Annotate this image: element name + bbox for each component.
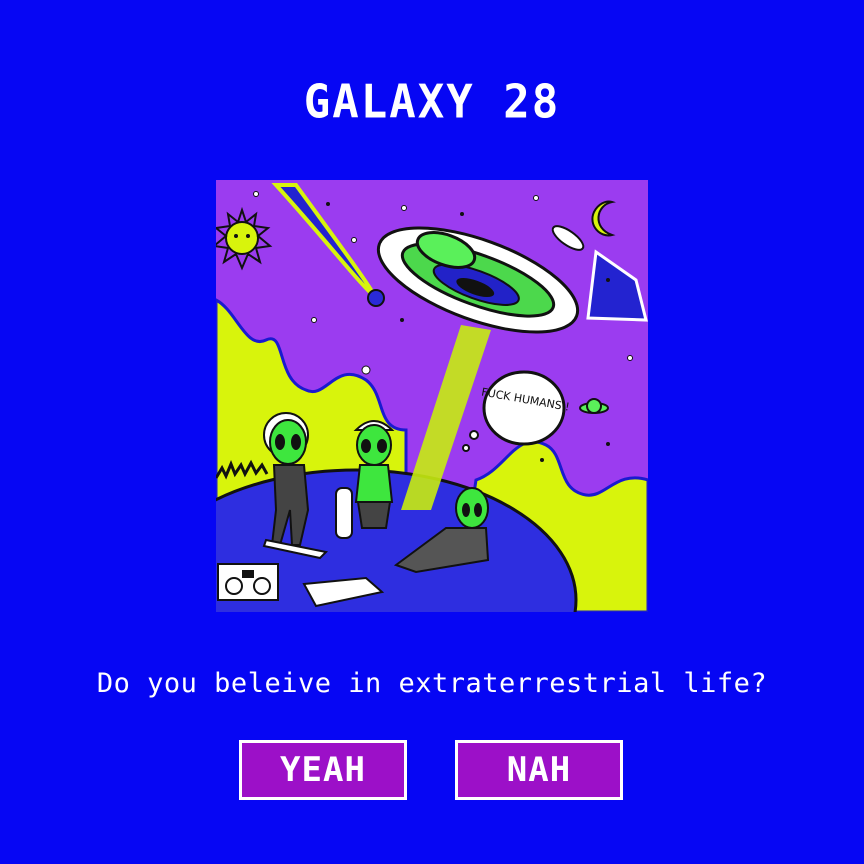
page-title: GALAXY 28	[303, 75, 561, 130]
boombox-icon	[217, 563, 279, 601]
nah-button[interactable]: NAH	[455, 740, 623, 800]
question-text: Do you beleive in extraterrestrial life?	[96, 668, 768, 699]
alien-illustration: FUCK HUMANS !	[216, 180, 648, 612]
yeah-button[interactable]: YEAH	[239, 740, 407, 800]
